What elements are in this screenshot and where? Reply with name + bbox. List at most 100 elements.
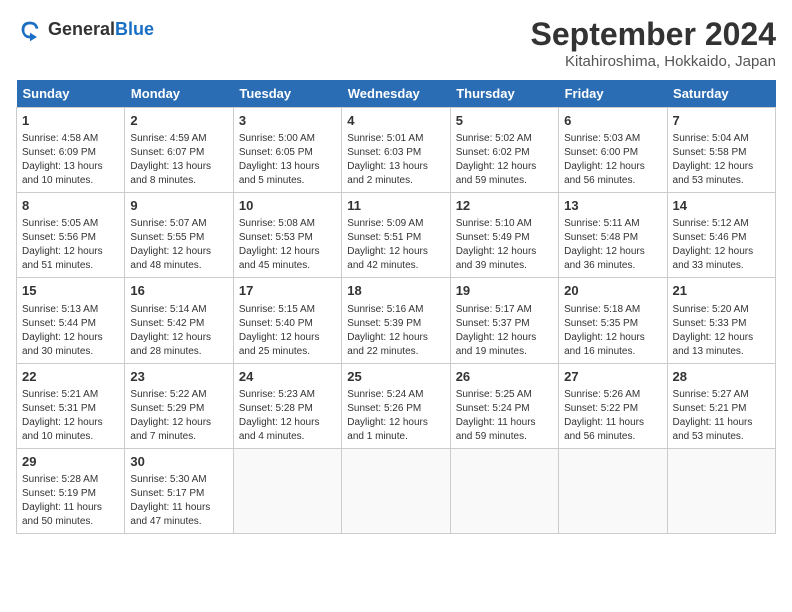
day-cell-18: 18 Sunrise: 5:16 AMSunset: 5:39 PMDayligh… [342,278,450,363]
day-cell-13: 13 Sunrise: 5:11 AMSunset: 5:48 PMDayligh… [559,193,667,278]
day-info: Sunrise: 5:10 AMSunset: 5:49 PMDaylight:… [456,217,553,273]
col-header-thursday: Thursday [450,80,558,108]
empty-cell [667,448,775,533]
day-number: 16 [130,282,227,300]
day-cell-11: 11 Sunrise: 5:09 AMSunset: 5:51 PMDayligh… [342,193,450,278]
day-cell-20: 20 Sunrise: 5:18 AMSunset: 5:35 PMDayligh… [559,278,667,363]
day-cell-17: 17Sunrise: 5:15 AMSunset: 5:40 PMDayligh… [233,278,341,363]
day-number: 20 [564,282,661,300]
day-number: 12 [456,197,553,215]
day-info: Sunrise: 5:23 AMSunset: 5:28 PMDaylight:… [239,388,336,444]
empty-cell [233,448,341,533]
day-info: Sunrise: 5:12 AMSunset: 5:46 PMDaylight:… [673,217,770,273]
month-title: September 2024 [531,16,776,53]
day-info: Sunrise: 5:00 AMSunset: 6:05 PMDaylight:… [239,132,336,188]
day-number: 14 [673,197,770,215]
day-info: Sunrise: 5:30 AMSunset: 5:17 PMDaylight:… [130,473,227,529]
col-header-monday: Monday [125,80,233,108]
day-number: 23 [130,368,227,386]
day-info: Sunrise: 5:20 AMSunset: 5:33 PMDaylight:… [673,303,770,359]
day-number: 9 [130,197,227,215]
day-cell-2: 2Sunrise: 4:59 AMSunset: 6:07 PMDaylight… [125,108,233,193]
location-subtitle: Kitahiroshima, Hokkaido, Japan [531,53,776,70]
day-cell-27: 27 Sunrise: 5:26 AMSunset: 5:22 PMDayligh… [559,363,667,448]
day-number: 18 [347,282,444,300]
day-cell-6: 6 Sunrise: 5:03 AMSunset: 6:00 PMDaylight… [559,108,667,193]
day-cell-19: 19 Sunrise: 5:17 AMSunset: 5:37 PMDayligh… [450,278,558,363]
day-cell-29: 29 Sunrise: 5:28 AMSunset: 5:19 PMDayligh… [17,448,125,533]
day-info: Sunrise: 5:26 AMSunset: 5:22 PMDaylight:… [564,388,661,444]
day-number: 27 [564,368,661,386]
logo: GeneralBlue [16,16,154,44]
empty-cell [342,448,450,533]
day-cell-4: 4 Sunrise: 5:01 AMSunset: 6:03 PMDaylight… [342,108,450,193]
day-number: 24 [239,368,336,386]
calendar-table: SundayMondayTuesdayWednesdayThursdayFrid… [16,80,776,534]
day-info: Sunrise: 5:17 AMSunset: 5:37 PMDaylight:… [456,303,553,359]
day-cell-21: 21 Sunrise: 5:20 AMSunset: 5:33 PMDayligh… [667,278,775,363]
day-number: 4 [347,112,444,130]
day-cell-26: 26 Sunrise: 5:25 AMSunset: 5:24 PMDayligh… [450,363,558,448]
col-header-saturday: Saturday [667,80,775,108]
day-cell-7: 7 Sunrise: 5:04 AMSunset: 5:58 PMDaylight… [667,108,775,193]
empty-cell [559,448,667,533]
day-cell-9: 9 Sunrise: 5:07 AMSunset: 5:55 PMDaylight… [125,193,233,278]
day-number: 11 [347,197,444,215]
day-info: Sunrise: 5:27 AMSunset: 5:21 PMDaylight:… [673,388,770,444]
day-cell-23: 23Sunrise: 5:22 AMSunset: 5:29 PMDayligh… [125,363,233,448]
day-cell-25: 25Sunrise: 5:24 AMSunset: 5:26 PMDayligh… [342,363,450,448]
day-info: Sunrise: 5:25 AMSunset: 5:24 PMDaylight:… [456,388,553,444]
day-number: 15 [22,282,119,300]
col-header-friday: Friday [559,80,667,108]
day-info: Sunrise: 5:09 AMSunset: 5:51 PMDaylight:… [347,217,444,273]
col-header-tuesday: Tuesday [233,80,341,108]
day-number: 28 [673,368,770,386]
day-info: Sunrise: 5:14 AMSunset: 5:42 PMDaylight:… [130,303,227,359]
day-info: Sunrise: 5:13 AMSunset: 5:44 PMDaylight:… [22,303,119,359]
day-number: 7 [673,112,770,130]
day-cell-10: 10Sunrise: 5:08 AMSunset: 5:53 PMDayligh… [233,193,341,278]
day-info: Sunrise: 5:04 AMSunset: 5:58 PMDaylight:… [673,132,770,188]
day-number: 26 [456,368,553,386]
day-info: Sunrise: 5:03 AMSunset: 6:00 PMDaylight:… [564,132,661,188]
day-info: Sunrise: 5:07 AMSunset: 5:55 PMDaylight:… [130,217,227,273]
day-number: 30 [130,453,227,471]
day-number: 6 [564,112,661,130]
day-cell-24: 24 Sunrise: 5:23 AMSunset: 5:28 PMDayligh… [233,363,341,448]
day-info: Sunrise: 5:11 AMSunset: 5:48 PMDaylight:… [564,217,661,273]
day-info: Sunrise: 5:28 AMSunset: 5:19 PMDaylight:… [22,473,119,529]
day-cell-1: 1 Sunrise: 4:58 AMSunset: 6:09 PMDaylight… [17,108,125,193]
day-info: Sunrise: 5:16 AMSunset: 5:39 PMDaylight:… [347,303,444,359]
day-number: 13 [564,197,661,215]
day-number: 1 [22,112,119,130]
day-info: Sunrise: 5:05 AMSunset: 5:56 PMDaylight:… [22,217,119,273]
day-cell-15: 15 Sunrise: 5:13 AMSunset: 5:44 PMDayligh… [17,278,125,363]
logo-text: GeneralBlue [48,20,154,40]
day-cell-28: 28 Sunrise: 5:27 AMSunset: 5:21 PMDayligh… [667,363,775,448]
day-cell-30: 30 Sunrise: 5:30 AMSunset: 5:17 PMDayligh… [125,448,233,533]
day-number: 21 [673,282,770,300]
title-section: September 2024 Kitahiroshima, Hokkaido, … [531,16,776,70]
day-cell-3: 3 Sunrise: 5:00 AMSunset: 6:05 PMDaylight… [233,108,341,193]
day-info: Sunrise: 5:18 AMSunset: 5:35 PMDaylight:… [564,303,661,359]
day-info: Sunrise: 5:08 AMSunset: 5:53 PMDaylight:… [239,217,336,273]
empty-cell [450,448,558,533]
day-info: Sunrise: 5:01 AMSunset: 6:03 PMDaylight:… [347,132,444,188]
day-cell-8: 8 Sunrise: 5:05 AMSunset: 5:56 PMDaylight… [17,193,125,278]
page-header: GeneralBlue September 2024 Kitahiroshima… [16,16,776,70]
day-cell-22: 22 Sunrise: 5:21 AMSunset: 5:31 PMDayligh… [17,363,125,448]
day-number: 29 [22,453,119,471]
logo-icon [16,16,44,44]
col-header-wednesday: Wednesday [342,80,450,108]
day-number: 3 [239,112,336,130]
day-number: 19 [456,282,553,300]
day-cell-14: 14 Sunrise: 5:12 AMSunset: 5:46 PMDayligh… [667,193,775,278]
day-number: 25 [347,368,444,386]
day-info: Sunrise: 5:02 AMSunset: 6:02 PMDaylight:… [456,132,553,188]
col-header-sunday: Sunday [17,80,125,108]
day-number: 8 [22,197,119,215]
day-number: 22 [22,368,119,386]
day-info: Sunrise: 5:21 AMSunset: 5:31 PMDaylight:… [22,388,119,444]
day-info: Sunrise: 4:58 AMSunset: 6:09 PMDaylight:… [22,132,119,188]
day-cell-5: 5Sunrise: 5:02 AMSunset: 6:02 PMDaylight… [450,108,558,193]
